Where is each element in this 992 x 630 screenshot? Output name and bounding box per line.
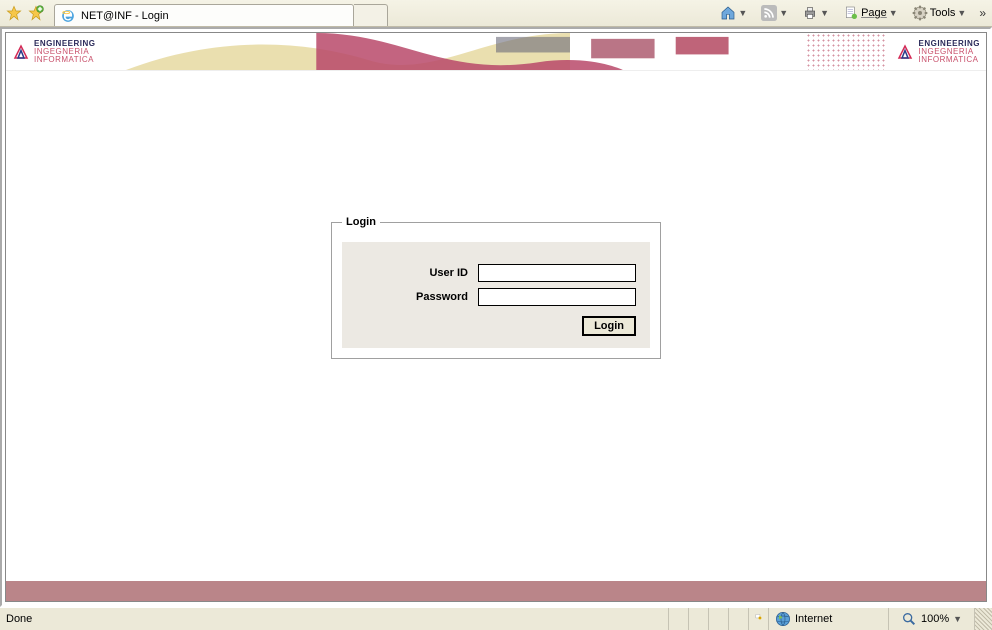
login-button[interactable]: Login bbox=[582, 316, 636, 336]
security-zone-label: Internet bbox=[795, 613, 832, 625]
status-separator bbox=[668, 608, 688, 630]
feeds-button[interactable]: ▼ bbox=[756, 2, 793, 24]
browser-tab-title: NET@INF - Login bbox=[81, 10, 169, 22]
tools-menu-button[interactable]: Tools ▼ bbox=[907, 2, 972, 24]
magnifier-icon bbox=[901, 611, 917, 627]
banner-decorative-art bbox=[126, 33, 866, 70]
brand-logo-right: ENGINEERING INGEGNERIA INFORMATICA bbox=[896, 40, 980, 64]
ie-page-icon bbox=[61, 9, 75, 23]
password-label: Password bbox=[356, 291, 468, 303]
add-to-favorites-icon[interactable] bbox=[28, 5, 44, 21]
popup-blocked-icon bbox=[755, 611, 762, 627]
home-button[interactable]: ▼ bbox=[715, 2, 752, 24]
status-separator bbox=[688, 608, 708, 630]
dropdown-arrow-icon: ▼ bbox=[957, 8, 966, 18]
dropdown-arrow-icon: ▼ bbox=[953, 614, 962, 624]
brand-logo-left: ENGINEERING INGEGNERIA INFORMATICA bbox=[12, 40, 96, 64]
footer-strip bbox=[6, 581, 986, 601]
password-input[interactable] bbox=[478, 288, 636, 306]
banner-halftone-pattern bbox=[806, 33, 886, 71]
new-tab-button[interactable] bbox=[354, 4, 388, 26]
toolbar-overflow-icon[interactable]: » bbox=[975, 6, 986, 20]
status-separator bbox=[708, 608, 728, 630]
favorites-star-icon[interactable] bbox=[6, 5, 22, 21]
status-popup-blocked[interactable] bbox=[748, 608, 768, 630]
page-icon bbox=[843, 5, 859, 21]
rss-icon bbox=[761, 5, 777, 21]
security-zone[interactable]: Internet bbox=[768, 608, 888, 630]
browser-status-bar: Done Internet 100% ▼ bbox=[0, 607, 992, 630]
site-banner: ENGINEERING INGEGNERIA INFORMATICA bbox=[6, 33, 986, 71]
brand-line3: INFORMATICA bbox=[918, 56, 980, 64]
resize-grip[interactable] bbox=[974, 608, 992, 630]
browser-viewport-frame: ENGINEERING INGEGNERIA INFORMATICA bbox=[0, 27, 992, 607]
zoom-level: 100% bbox=[921, 613, 949, 625]
status-separator bbox=[728, 608, 748, 630]
printer-icon bbox=[802, 5, 818, 21]
dropdown-arrow-icon: ▼ bbox=[889, 8, 898, 18]
page-content: Login User ID Password Login bbox=[6, 71, 986, 581]
user-id-label: User ID bbox=[356, 267, 468, 279]
login-fieldset: Login User ID Password Login bbox=[331, 216, 661, 359]
browser-tab-toolbar: NET@INF - Login ▼ ▼ ▼ Page ▼ Tools ▼ » bbox=[0, 0, 992, 27]
home-icon bbox=[720, 5, 736, 21]
dropdown-arrow-icon: ▼ bbox=[820, 8, 829, 18]
page-menu-button[interactable]: Page ▼ bbox=[838, 2, 903, 24]
brand-line3: INFORMATICA bbox=[34, 56, 96, 64]
zoom-control[interactable]: 100% ▼ bbox=[888, 608, 974, 630]
dropdown-arrow-icon: ▼ bbox=[779, 8, 788, 18]
page-menu-label: Page bbox=[861, 7, 887, 19]
tools-menu-label: Tools bbox=[930, 7, 956, 19]
login-legend: Login bbox=[342, 216, 380, 228]
print-button[interactable]: ▼ bbox=[797, 2, 834, 24]
globe-icon bbox=[775, 611, 791, 627]
triangle-logo-icon bbox=[896, 43, 914, 61]
status-text: Done bbox=[0, 608, 668, 630]
user-id-input[interactable] bbox=[478, 264, 636, 282]
gear-icon bbox=[912, 5, 928, 21]
triangle-logo-icon bbox=[12, 43, 30, 61]
browser-tab[interactable]: NET@INF - Login bbox=[54, 4, 354, 26]
dropdown-arrow-icon: ▼ bbox=[738, 8, 747, 18]
